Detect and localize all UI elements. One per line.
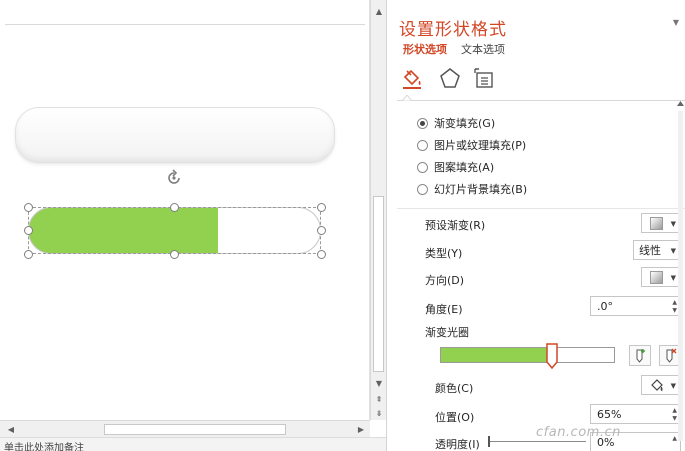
preset-gradient-dropdown[interactable]: ▼ [641,213,681,233]
scroll-right-icon[interactable]: ▶ [354,422,368,436]
radio-label: 图案填充(A) [434,161,495,174]
angle-input[interactable]: .0° ▲ ▼ [590,296,681,316]
slide-canvas[interactable] [0,0,370,420]
radio-slide-background-fill[interactable]: 幻灯片背景填充(B) [417,181,527,197]
radio-button[interactable] [417,183,428,195]
format-shape-pane: 设置形状格式 ▼ 形状选项 文本选项 渐变填充(G) 图片或纹理填充(P) 图案… [386,0,685,451]
transparency-label: 透明度(I) [435,438,480,451]
icon-row-divider [397,100,685,101]
radio-gradient-fill[interactable]: 渐变填充(G) [417,115,495,131]
angle-value[interactable]: .0° [597,300,613,313]
add-stop-icon [636,349,645,363]
resize-handle-bottom-left[interactable] [24,250,33,259]
pane-scrollbar[interactable] [676,101,685,451]
direction-dropdown[interactable]: ▼ [641,267,681,287]
tab-shape-options[interactable]: 形状选项 [403,41,447,57]
resize-handle-bottom[interactable] [170,250,179,259]
radio-button[interactable] [417,161,428,173]
radio-label: 图片或纹理填充(P) [434,139,527,152]
tab-text-options[interactable]: 文本选项 [461,41,505,57]
app-window: ▲ ▼ ⇞ ⇟ ◀ ▶ 单击此处添加备注 设置形状格式 ▼ 形状选项 文本选项 [0,0,685,451]
horizontal-scrollbar[interactable]: ◀ ▶ [0,420,370,437]
transparency-slider-thumb[interactable] [488,436,490,447]
gradient-stops-label: 渐变光圈 [425,326,469,339]
rotate-handle-icon[interactable] [164,168,184,188]
selection-box [28,207,321,254]
transparency-slider[interactable] [488,441,586,442]
size-properties-icon[interactable] [472,66,496,90]
type-label: 类型(Y) [425,247,463,260]
color-label: 颜色(C) [435,382,474,395]
resize-handle-left[interactable] [24,226,33,235]
radio-button[interactable] [417,139,428,151]
scroll-left-icon[interactable]: ◀ [4,422,18,436]
pane-options-icon[interactable]: ▼ [673,18,679,27]
radio-label: 渐变填充(G) [434,117,496,130]
position-input[interactable]: 65% ▲ ▼ [590,404,681,424]
slide-top-edge [5,24,365,25]
gradient-stop-marker[interactable] [546,343,558,369]
vertical-scroll-thumb[interactable] [373,196,384,372]
direction-swatch-icon [650,270,663,284]
effects-icon[interactable] [438,66,462,90]
preset-gradient-label: 预设渐变(R) [425,219,486,232]
type-value: 线性 [639,244,661,257]
vertical-scrollbar[interactable]: ▲ ▼ ⇞ ⇟ [370,0,386,420]
add-gradient-stop-button[interactable] [629,345,651,366]
pane-title: 设置形状格式 [399,20,507,40]
gradient-swatch-icon [650,216,663,230]
section-divider [397,208,685,209]
resize-handle-right[interactable] [317,226,326,235]
selected-icon-caret [402,95,412,101]
resize-handle-bottom-right[interactable] [317,250,326,259]
type-dropdown[interactable]: 线性 ▼ [633,240,681,260]
radio-pattern-fill[interactable]: 图案填充(A) [417,159,494,175]
notes-placeholder[interactable]: 单击此处添加备注 [4,439,84,451]
color-dropdown[interactable]: ▼ [641,375,681,395]
position-value[interactable]: 65% [597,408,621,421]
radio-picture-texture-fill[interactable]: 图片或纹理填充(P) [417,137,526,153]
notes-bar[interactable]: 单击此处添加备注 [0,437,386,451]
gradient-stops-bar[interactable] [440,347,615,363]
radio-label: 幻灯片背景填充(B) [434,183,528,196]
next-slide-icon[interactable]: ⇟ [372,406,386,420]
previous-slide-icon[interactable]: ⇞ [372,392,386,406]
paint-bucket-icon [651,379,663,391]
fill-line-icon[interactable] [400,66,424,90]
watermark-text: cfan.com.cn [536,425,621,440]
resize-handle-top-right[interactable] [317,203,326,212]
horizontal-scroll-thumb[interactable] [104,424,286,435]
scroll-down-icon[interactable]: ▼ [372,376,386,390]
resize-handle-top[interactable] [170,203,179,212]
rounded-rectangle-shape[interactable] [15,107,335,163]
scroll-up-icon[interactable]: ▲ [372,4,386,18]
angle-label: 角度(E) [425,303,463,316]
resize-handle-top-left[interactable] [24,203,33,212]
position-label: 位置(O) [435,411,475,424]
radio-button[interactable] [417,117,428,129]
direction-label: 方向(D) [425,274,465,287]
